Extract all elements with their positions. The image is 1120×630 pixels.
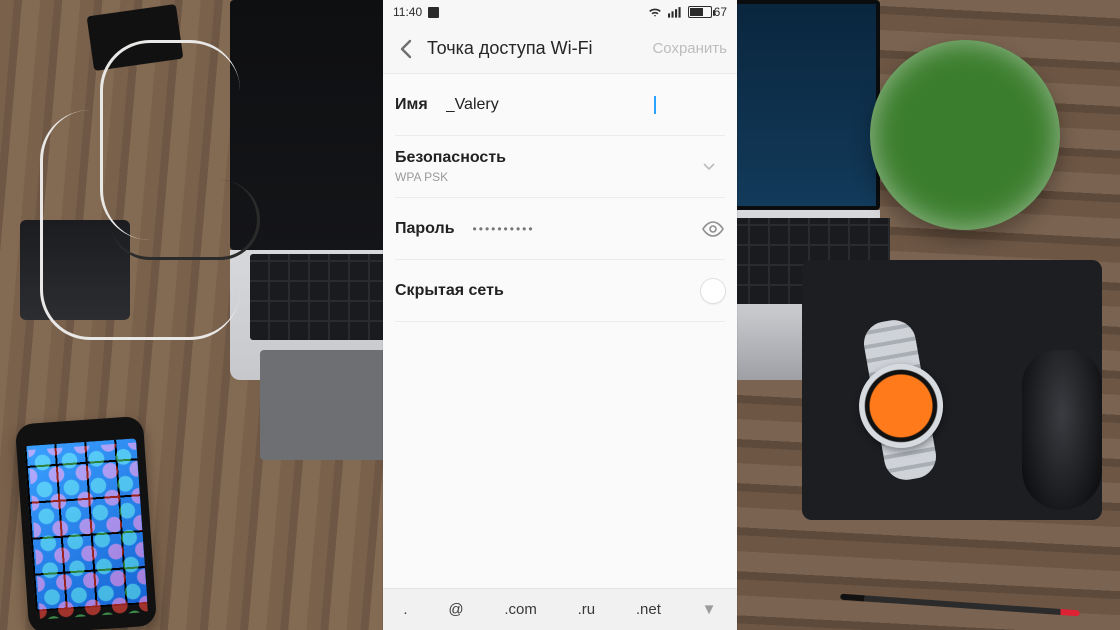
status-bar: 11:40 67 (383, 0, 737, 24)
chevron-left-icon (399, 39, 413, 59)
page-title: Точка доступа Wi-Fi (427, 38, 593, 59)
kb-key-com[interactable]: .com (498, 601, 543, 618)
phone-screenshot: 11:40 67 Точка доступа Wi-F (383, 0, 737, 630)
hotspot-form: Имя Безопасность WPA PSK Пароль ••••••••… (383, 74, 737, 322)
hidden-label: Скрытая сеть (395, 282, 504, 300)
row-security[interactable]: Безопасность WPA PSK (395, 136, 725, 198)
status-time: 11:40 (393, 5, 422, 19)
security-label: Безопасность (395, 149, 506, 167)
kb-key-ru[interactable]: .ru (572, 601, 602, 618)
password-label: Пароль (395, 220, 455, 238)
eye-icon (701, 221, 725, 237)
row-hidden-network[interactable]: Скрытая сеть (395, 260, 725, 322)
battery-indicator: 67 (688, 5, 727, 19)
kb-key-net[interactable]: .net (630, 601, 667, 618)
wifi-icon (648, 6, 662, 18)
name-label: Имя (395, 96, 428, 114)
hidden-toggle[interactable] (701, 279, 725, 303)
signal-icon (668, 6, 682, 18)
keyboard-collapse-icon[interactable]: ▼ (696, 601, 723, 618)
notification-icon (428, 7, 439, 18)
keyboard-suggestion-row: . @ .com .ru .net ▼ (383, 588, 737, 630)
show-password-button[interactable] (701, 221, 725, 237)
password-mask: •••••••••• (473, 222, 535, 236)
battery-percent: 67 (714, 5, 727, 19)
chevron-down-icon (703, 163, 715, 171)
back-button[interactable] (393, 36, 419, 62)
security-value: WPA PSK (395, 170, 448, 184)
row-name[interactable]: Имя (395, 74, 725, 136)
kb-key-dot[interactable]: . (397, 601, 413, 618)
row-password[interactable]: Пароль •••••••••• (395, 198, 725, 260)
save-button[interactable]: Сохранить (652, 40, 727, 57)
name-input[interactable] (446, 96, 656, 114)
nav-bar: Точка доступа Wi-Fi Сохранить (383, 24, 737, 74)
kb-key-at[interactable]: @ (442, 601, 469, 618)
